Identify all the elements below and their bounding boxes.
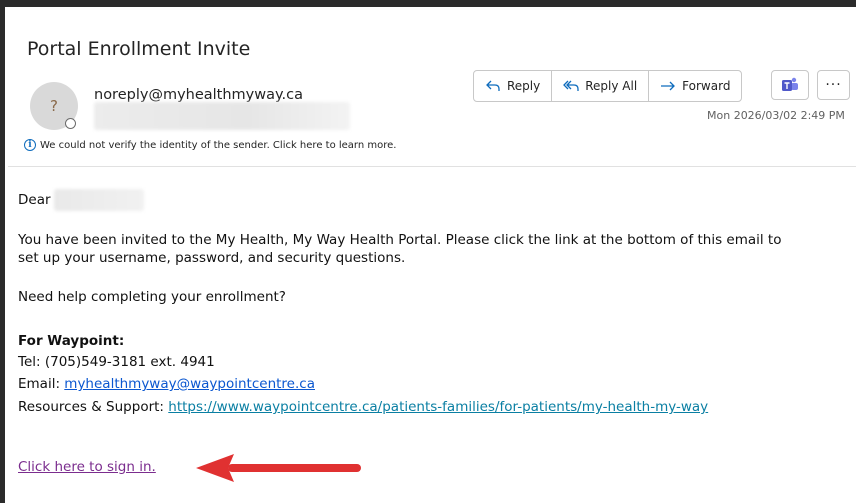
forward-icon: [661, 81, 676, 91]
body-paragraph-line-1: You have been invited to the My Health, …: [18, 232, 782, 248]
forward-label: Forward: [682, 79, 731, 93]
reply-label: Reply: [507, 79, 541, 93]
reply-all-label: Reply All: [585, 79, 638, 93]
received-timestamp: Mon 2026/03/02 2:49 PM: [707, 109, 845, 122]
body-paragraph-line-2: set up your username, password, and secu…: [18, 250, 406, 266]
signin-link[interactable]: Click here to sign in.: [18, 459, 156, 475]
reply-all-button[interactable]: Reply All: [552, 71, 650, 101]
header-divider: [8, 166, 856, 167]
reply-all-icon: [563, 80, 579, 91]
info-icon: i: [24, 139, 36, 151]
red-arrow-annotation: [196, 454, 361, 482]
forward-button[interactable]: Forward: [649, 71, 741, 101]
window-top-border: [0, 0, 856, 7]
contact-phone: Tel: (705)549-3181 ext. 4941: [18, 354, 215, 370]
reply-icon: [486, 80, 500, 91]
presence-status-icon: [65, 118, 76, 129]
verify-notice-text: We could not verify the identity of the …: [40, 139, 397, 151]
sender-address[interactable]: noreply@myhealthmyway.ca: [94, 87, 303, 103]
contact-email-link[interactable]: myhealthmyway@waypointcentre.ca: [64, 376, 315, 392]
window-left-border: [0, 0, 5, 503]
resources-label: Resources & Support:: [18, 399, 169, 415]
org-label: For Waypoint:: [18, 333, 125, 349]
resources-line: Resources & Support: https://www.waypoin…: [18, 399, 708, 415]
teams-button[interactable]: [771, 70, 809, 100]
email-label: Email:: [18, 376, 65, 392]
more-actions-button[interactable]: ···: [817, 70, 850, 100]
reply-button[interactable]: Reply: [474, 71, 553, 101]
recipient-name-redacted: [54, 189, 144, 211]
sender-verification-notice[interactable]: i We could not verify the identity of th…: [24, 139, 396, 151]
signin-link-wrapper: Click here to sign in.: [18, 459, 156, 475]
message-actions-group: Reply Reply All Forward: [473, 70, 743, 102]
teams-icon: [782, 77, 798, 91]
email-subject: Portal Enrollment Invite: [27, 38, 251, 60]
avatar-initial: ?: [50, 97, 58, 115]
greeting: Dear: [18, 192, 51, 208]
recipient-redacted: [94, 102, 350, 130]
more-icon: ···: [825, 77, 842, 93]
resources-link[interactable]: https://www.waypointcentre.ca/patients-f…: [168, 399, 708, 415]
contact-email-line: Email: myhealthmyway@waypointcentre.ca: [18, 376, 315, 392]
help-question: Need help completing your enrollment?: [18, 289, 286, 305]
